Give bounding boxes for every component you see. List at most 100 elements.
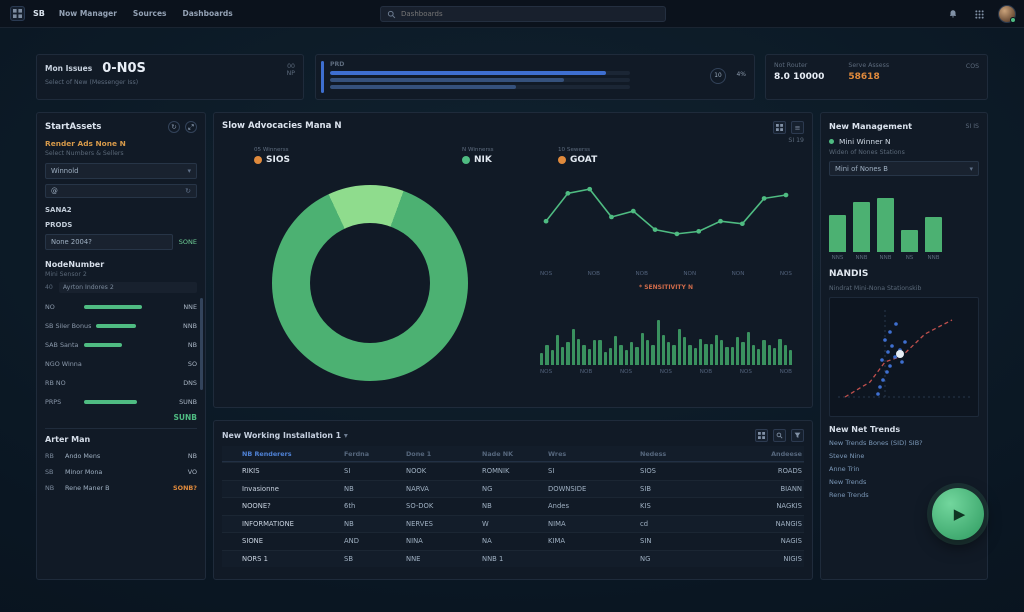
legend-item[interactable]: 05 Winnerss SIOS — [254, 147, 290, 165]
metric-value: NNB — [175, 322, 197, 330]
column-header[interactable]: Nedess — [640, 450, 696, 458]
apps-grid-icon[interactable] — [972, 7, 986, 21]
node-list-subheader[interactable]: Ayrton Indores 2 — [59, 282, 197, 293]
metric-row[interactable]: SAB Santa NB — [45, 335, 197, 354]
overview-card: Slow Advocacies Mana N ≡ SI 19 05 Winner… — [213, 112, 813, 408]
filter-input-3[interactable] — [45, 234, 173, 250]
fab-play-button[interactable]: ▶ — [932, 488, 984, 540]
node-list-hint: Mini Sensor 2 — [45, 271, 197, 278]
nav-item-sources[interactable]: Sources — [133, 9, 167, 18]
grid-view-icon[interactable] — [773, 121, 786, 134]
footer-value: SONB? — [173, 484, 197, 492]
trend-link[interactable]: Steve Nine — [829, 452, 979, 460]
trend-link[interactable]: New Trends Bones (SID) SIB? — [829, 439, 979, 447]
volume-chart-x-labels: NOSNOBNOSNOSNOBNOSNOB — [540, 369, 792, 375]
main-nav: Now Manager Sources Dashboards — [59, 9, 233, 18]
count-badge[interactable]: 10 — [710, 68, 726, 84]
data-table: NB Renderers Ferdna Done 1 Nade NK Wres … — [222, 446, 804, 567]
mini-bar-chart-labels: NNS NNB NNB NS NNB — [829, 255, 979, 261]
nav-item-dashboards[interactable]: Dashboards — [183, 9, 233, 18]
management-input[interactable]: ▾ — [829, 161, 979, 176]
stat-issues-subtitle: Select of New (Messenger Iss) — [45, 79, 295, 86]
expand-icon[interactable] — [185, 121, 197, 133]
metric-row[interactable]: PRPS SUNB — [45, 392, 197, 411]
metric-row[interactable]: RB NO DNS — [45, 373, 197, 392]
sana-button[interactable]: SANA2 — [45, 206, 197, 214]
node-list-title: NodeNumber — [45, 260, 197, 269]
legend-item[interactable]: 10 Sewerss GOAT — [558, 147, 597, 165]
user-avatar[interactable] — [998, 5, 1016, 23]
column-header[interactable]: Wres — [548, 450, 640, 458]
menu-icon[interactable]: ≡ — [791, 121, 804, 134]
caret-down-icon: ▾ — [344, 431, 348, 440]
nav-item-now-manager[interactable]: Now Manager — [59, 9, 117, 18]
status-label: Mini Winner N — [839, 137, 891, 146]
column-header[interactable]: Done 1 — [406, 450, 482, 458]
filter-input-2[interactable]: ↻ — [45, 184, 197, 198]
search-icon[interactable] — [773, 429, 786, 442]
refresh-icon[interactable]: ↻ — [168, 121, 180, 133]
online-status-dot — [1010, 17, 1016, 23]
bar-chart-total: NANDIS — [829, 269, 979, 279]
stat-issues-value: 0-N0S — [102, 61, 146, 76]
metric-value: SUNB — [175, 398, 197, 406]
footer-row[interactable]: RB Ando Mens NB — [45, 448, 197, 464]
metric-row[interactable]: NO NNE — [45, 297, 197, 316]
navbar-right — [946, 0, 1016, 28]
search-icon — [387, 10, 396, 19]
filter-icon[interactable] — [791, 429, 804, 442]
chevron-down-icon[interactable]: ▾ — [187, 167, 191, 175]
stat-issues-title: Mon Issues — [45, 64, 92, 73]
panel-scrollbar[interactable] — [200, 298, 203, 390]
footer-row[interactable]: NB Rene Maner B SONB? — [45, 480, 197, 496]
grid-view-icon[interactable] — [755, 429, 768, 442]
column-header[interactable]: NB Renderers — [242, 450, 344, 458]
legend-item[interactable]: N Winnerss NIK — [462, 147, 494, 165]
metric-bar — [84, 400, 137, 404]
legend-value: NIK — [474, 155, 492, 165]
trend-link[interactable]: New Trends — [829, 478, 979, 486]
chevron-down-icon[interactable]: ▾ — [969, 165, 973, 173]
column-header[interactable]: Andeese — [696, 450, 804, 458]
bell-icon[interactable] — [946, 7, 960, 21]
column-header[interactable]: Nade NK — [482, 450, 548, 458]
table-row[interactable]: Invasionne NB NARVA NG DOWNSIDE SIB BIAN… — [222, 480, 804, 498]
management-title: New Management — [829, 121, 912, 131]
refresh-icon[interactable]: ↻ — [185, 187, 191, 195]
legend-caption: 10 Sewerss — [558, 147, 597, 153]
management-input-field[interactable] — [835, 165, 965, 173]
global-search[interactable] — [380, 6, 666, 22]
column-header[interactable]: Ferdna — [344, 450, 406, 458]
table-row[interactable]: RIKIS SI NOOK ROMNIK SI SIOS ROADS — [222, 462, 804, 480]
table-title[interactable]: New Working Installation 1 ▾ — [222, 431, 348, 440]
sensitivity-label: * SENSITIVITY N — [540, 284, 792, 291]
table-card: New Working Installation 1 ▾ NB Renderer… — [213, 420, 813, 580]
table-row[interactable]: SIONE AND NINA NA KIMA SIN NAGIS — [222, 532, 804, 550]
legend-caption: 05 Winnerss — [254, 147, 290, 153]
metric-bar — [84, 343, 122, 347]
table-row[interactable]: NOONE? 6th SO-DOK NB Andes KIS NAGKIS — [222, 497, 804, 515]
trend-link[interactable]: Anne Trin — [829, 465, 979, 473]
search-input[interactable] — [401, 10, 659, 18]
metric-label: NGO Winna — [45, 360, 82, 368]
skeleton-bars — [330, 71, 630, 89]
footer-row[interactable]: SB Minor Mona VO — [45, 464, 197, 480]
metric-row[interactable]: SB Siler Bonus NNB — [45, 316, 197, 335]
filter-input-3-field[interactable] — [51, 238, 167, 246]
table-row[interactable]: INFORMATIONE NB NERVES W NIMA cd NANGIS — [222, 515, 804, 533]
nav-brand[interactable]: SB — [33, 9, 45, 18]
footer-code: NB — [45, 484, 59, 492]
filter-input-1-field[interactable] — [51, 167, 183, 175]
mini-bar-chart — [829, 184, 979, 252]
donut-hole — [310, 223, 430, 343]
app-logo-icon[interactable] — [10, 6, 25, 21]
line-chart-x-labels: NOSNOBNOBNONNONNOS — [540, 271, 792, 277]
overview-title: Slow Advocacies Mana N — [222, 121, 342, 131]
metric-bar — [84, 305, 142, 309]
metric-row[interactable]: NGO Winna SO — [45, 354, 197, 373]
filter-input-2-field[interactable] — [51, 187, 181, 195]
table-row[interactable]: NORS 1 SB NNE NNB 1 NG NIGIS — [222, 550, 804, 568]
filter-section-hint: Select Numbers & Sellers — [45, 150, 197, 157]
sone-link[interactable]: SONE — [179, 238, 197, 246]
filter-input-1[interactable]: ▾ — [45, 163, 197, 179]
